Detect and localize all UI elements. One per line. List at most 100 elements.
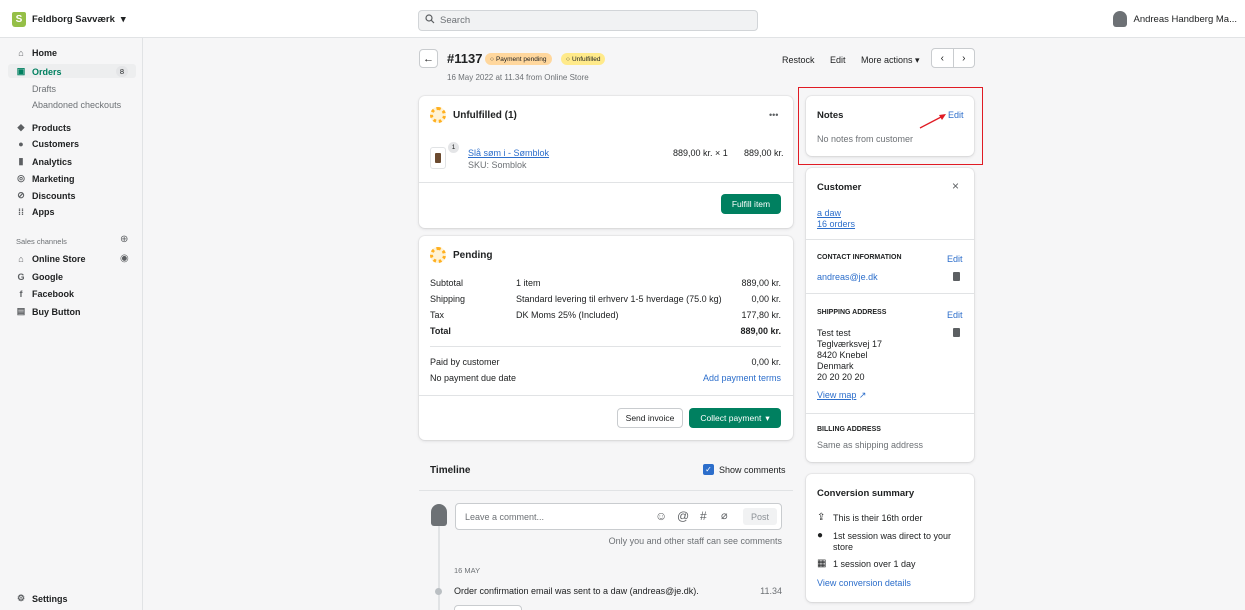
sidebar-item-label: Marketing xyxy=(32,173,75,184)
bar-chart-icon: ▮ xyxy=(18,156,24,166)
apps-icon: ⁞⁞ xyxy=(18,207,24,217)
next-order-button[interactable]: › xyxy=(954,49,975,67)
customer-card: Customer × a daw 16 orders CONTACT INFOR… xyxy=(806,168,974,462)
sidebar-item-online-store[interactable]: ⌂ Online Store xyxy=(16,254,85,264)
payment-status-badge: ○ Payment pending xyxy=(485,53,552,65)
sidebar-item-discounts[interactable]: ⊘ Discounts xyxy=(16,190,75,201)
address-line: 8420 Knebel xyxy=(817,350,868,360)
view-conversion-details-link[interactable]: View conversion details xyxy=(817,578,911,588)
line-item-price: 889,00 kr. × 1 xyxy=(673,148,728,158)
paid-value: 0,00 kr. xyxy=(751,357,781,367)
sidebar-item-settings[interactable]: ⚙ Settings xyxy=(16,593,68,604)
hashtag-icon[interactable]: # xyxy=(700,509,707,523)
divider xyxy=(419,490,793,491)
home-icon: ⌂ xyxy=(18,48,24,58)
close-icon[interactable]: × xyxy=(952,179,959,193)
google-icon: G xyxy=(17,272,25,282)
sidebar: ⌂ Home ▣ Orders 8 Drafts Abandoned checkou… xyxy=(0,38,143,610)
comment-placeholder: Leave a comment... xyxy=(465,512,545,522)
sales-channels-label: Sales channels xyxy=(16,237,67,246)
sidebar-item-label: Google xyxy=(32,272,63,282)
status-dot-icon: ○ xyxy=(566,55,570,63)
customer-email[interactable]: andreas@je.dk xyxy=(817,272,878,282)
orders-count-badge: 8 xyxy=(115,66,128,77)
sidebar-item-customers[interactable]: ● Customers xyxy=(16,139,79,149)
line-item-total: 889,00 kr. xyxy=(744,148,784,158)
edit-order-button[interactable]: Edit xyxy=(830,55,846,65)
user-name: Andreas Handberg Ma... xyxy=(1133,13,1237,25)
avatar xyxy=(1113,11,1128,27)
store-switcher[interactable]: S Feldborg Savværk ▾ xyxy=(12,12,126,27)
copy-icon[interactable] xyxy=(953,328,960,337)
annotation-highlight-box xyxy=(798,87,983,165)
add-payment-terms-link[interactable]: Add payment terms xyxy=(703,373,781,383)
line-item-name[interactable]: Slå søm i - Sømblok xyxy=(468,148,549,158)
person-icon: ● xyxy=(18,139,24,149)
sidebar-item-google[interactable]: G Google xyxy=(16,272,63,282)
contact-header: CONTACT INFORMATION xyxy=(817,254,902,261)
sidebar-item-drafts[interactable]: Drafts xyxy=(32,84,56,94)
more-options-icon[interactable]: ••• xyxy=(769,110,778,120)
back-button[interactable]: ← xyxy=(419,49,438,68)
sidebar-item-label: Orders xyxy=(32,66,62,77)
sidebar-item-products[interactable]: ◆ Products xyxy=(16,122,71,133)
timeline-line xyxy=(438,525,440,610)
sidebar-item-home[interactable]: ⌂ Home xyxy=(16,48,57,58)
show-comments-checkbox[interactable]: ✓ Show comments xyxy=(703,464,786,475)
copy-icon[interactable] xyxy=(953,272,960,281)
mention-icon[interactable]: @ xyxy=(677,509,689,523)
sidebar-item-apps[interactable]: ⁞⁞ Apps xyxy=(16,207,55,217)
resend-email-button[interactable] xyxy=(454,605,522,610)
address-line: 20 20 20 20 xyxy=(817,372,865,382)
shipping-header: SHIPPING ADDRESS xyxy=(817,309,887,316)
sidebar-item-label: Analytics xyxy=(32,156,73,167)
chevron-down-icon: ▾ xyxy=(765,412,770,423)
discount-icon: ⊘ xyxy=(17,190,25,200)
payment-card: Pending Subtotal 1 item 889,00 kr. Shipp… xyxy=(419,236,793,440)
send-invoice-button[interactable]: Send invoice xyxy=(617,408,683,428)
checkbox-label: Show comments xyxy=(719,464,786,475)
sidebar-item-label: Apps xyxy=(32,207,55,217)
collect-payment-button[interactable]: Collect payment ▾ xyxy=(689,408,781,428)
avatar xyxy=(431,504,447,526)
summary-desc: Standard levering til erhverv 1-5 hverda… xyxy=(516,294,722,304)
post-button[interactable]: Post xyxy=(743,508,777,525)
attachment-icon[interactable]: ⌀ xyxy=(721,509,728,522)
customer-orders-link[interactable]: 16 orders xyxy=(817,219,855,229)
divider xyxy=(806,239,974,240)
sidebar-item-orders[interactable]: ▣ Orders xyxy=(16,66,62,77)
customer-name-link[interactable]: a daw xyxy=(817,208,841,218)
product-thumbnail xyxy=(430,147,446,169)
calendar-icon: ▦ xyxy=(817,558,827,569)
sidebar-item-abandoned-checkouts[interactable]: Abandoned checkouts xyxy=(32,100,121,110)
previous-order-button[interactable]: ‹ xyxy=(932,49,954,67)
add-channel-icon[interactable]: ⊕ xyxy=(120,234,128,245)
restock-button[interactable]: Restock xyxy=(782,55,815,65)
sidebar-item-analytics[interactable]: ▮ Analytics xyxy=(16,156,73,167)
arrow-left-icon: ← xyxy=(423,52,434,65)
emoji-icon[interactable]: ☺ xyxy=(655,509,667,523)
view-map-link[interactable]: View map ↗ xyxy=(817,390,866,401)
timeline-dot xyxy=(435,588,442,595)
more-actions-button[interactable]: More actions ▾ xyxy=(861,55,920,66)
summary-desc: 1 item xyxy=(516,278,541,288)
search-input[interactable]: Search xyxy=(418,10,758,31)
timeline-date-header: 16 MAY xyxy=(454,566,481,575)
sidebar-item-marketing[interactable]: ◎ Marketing xyxy=(16,173,75,184)
contact-edit-button[interactable]: Edit xyxy=(947,254,963,264)
view-eye-icon[interactable]: ◉ xyxy=(120,253,129,264)
chevron-down-icon: ▾ xyxy=(120,14,126,25)
comment-input[interactable]: Leave a comment... ☺ @ # ⌀ Post xyxy=(455,503,782,530)
facebook-icon: f xyxy=(19,289,23,299)
user-menu[interactable]: Andreas Handberg Ma... xyxy=(1113,11,1237,27)
address-line: Denmark xyxy=(817,361,854,371)
fulfill-item-button[interactable]: Fulfill item xyxy=(721,194,781,214)
sidebar-item-buy-button[interactable]: ▤ Buy Button xyxy=(16,306,81,317)
sidebar-item-label: Home xyxy=(32,48,58,58)
sidebar-item-facebook[interactable]: f Facebook xyxy=(16,289,75,299)
conversion-line: store xyxy=(833,542,854,552)
order-date: 16 May 2022 at 11.34 from Online Store xyxy=(447,73,589,82)
sidebar-item-label: Customers xyxy=(32,139,80,149)
shipping-edit-button[interactable]: Edit xyxy=(947,310,963,320)
summary-label: Total xyxy=(430,326,451,336)
